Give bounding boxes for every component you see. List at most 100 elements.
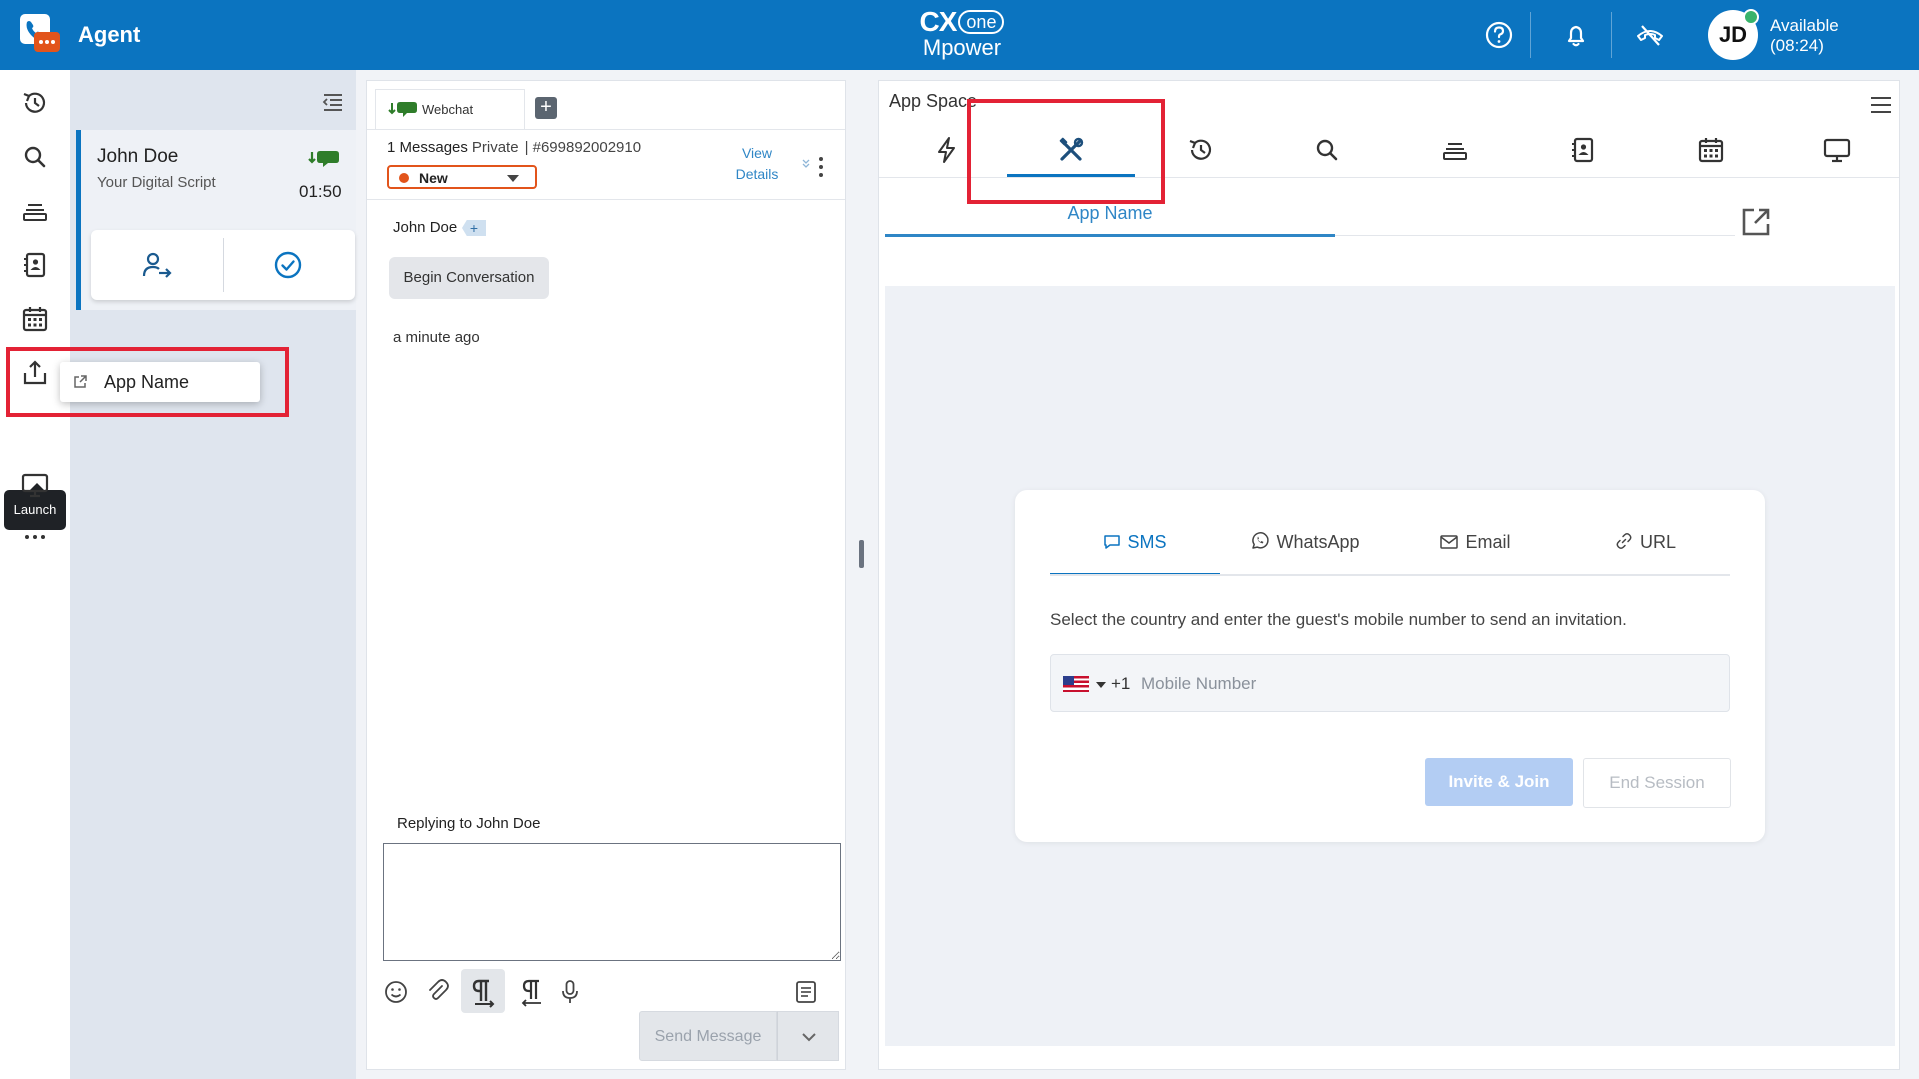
tab-calendar[interactable] (1647, 121, 1775, 179)
invite-description: Select the country and enter the guest's… (1050, 610, 1627, 629)
brand-cx: CX (919, 6, 958, 37)
divider (1050, 574, 1730, 576)
chat-channel-icon (307, 148, 341, 174)
visibility-label: Private (471, 139, 519, 156)
history-icon (1189, 139, 1212, 160)
app-title: Agent (78, 22, 141, 47)
hamburger-menu-icon[interactable] (1867, 91, 1895, 119)
tab-webchat[interactable]: Webchat (375, 89, 525, 129)
history-icon[interactable] (20, 88, 50, 118)
contact-timer: 01:50 (299, 182, 342, 201)
message-time: a minute ago (393, 329, 480, 346)
tab-screen[interactable] (1773, 121, 1901, 179)
tab-sms-label: SMS (1127, 532, 1167, 552)
brand-one: one (958, 10, 1005, 34)
chevron-down-icon (802, 1033, 816, 1042)
tab-webchat-label: Webchat (422, 102, 474, 117)
agent-status[interactable]: Available (08:24) (1770, 16, 1839, 56)
transfer-button[interactable] (91, 230, 223, 300)
tab-url[interactable]: URL (1560, 530, 1730, 576)
tools-icon (1059, 137, 1084, 161)
launch-icon[interactable] (20, 358, 50, 388)
tab-quick-actions[interactable] (883, 121, 1011, 179)
phone-field: +1 (1050, 654, 1730, 712)
directory-icon[interactable] (20, 250, 50, 280)
tab-directory[interactable] (1519, 121, 1647, 179)
queue-icon[interactable] (20, 196, 50, 226)
conversation-panel: Webchat + 1 Messages Private | #6998920029… (366, 80, 846, 1070)
directory-icon (1572, 137, 1594, 163)
reply-textarea[interactable] (383, 843, 841, 961)
launch-app-label: App Name (104, 372, 190, 392)
help-icon[interactable] (1482, 18, 1516, 52)
add-tab-button[interactable]: + (535, 97, 557, 119)
top-bar: Agent CX one Mpower JD Available (08:24) (0, 0, 1919, 70)
divider (1335, 235, 1735, 236)
caret-down-icon[interactable] (1096, 682, 1106, 688)
disconnected-phone-icon[interactable] (1633, 18, 1667, 52)
contact-script: Your Digital Script (97, 174, 216, 191)
status-dropdown[interactable]: New (387, 165, 537, 189)
calendar-icon[interactable] (20, 304, 50, 334)
divider (879, 177, 1899, 178)
send-options-button[interactable] (777, 1011, 839, 1061)
add-contact-tag[interactable]: + (462, 220, 486, 236)
message-count: 1 Messages (387, 139, 468, 156)
view-details-link[interactable]: View Details (732, 143, 782, 185)
webchat-icon (388, 102, 417, 117)
status-dot (399, 173, 409, 183)
tab-history[interactable] (1137, 121, 1265, 179)
tab-email[interactable]: Email (1390, 530, 1560, 576)
search-icon[interactable] (20, 142, 50, 172)
invite-card: SMS WhatsApp Email URL Select the countr… (1015, 490, 1765, 842)
microphone-icon[interactable] (555, 977, 585, 1007)
left-nav-rail: Launch (0, 70, 70, 1079)
tab-whatsapp[interactable]: WhatsApp (1220, 530, 1390, 576)
caret-down-icon (507, 175, 519, 182)
rich-text-ltr-icon[interactable] (461, 969, 505, 1013)
notifications-bell-icon[interactable] (1559, 18, 1593, 52)
more-icon[interactable] (20, 522, 50, 552)
divider (367, 199, 845, 200)
panel-resize-handle[interactable] (859, 540, 864, 568)
status-value: New (419, 170, 448, 186)
contact-name: John Doe (97, 146, 179, 167)
launch-app-menu-item[interactable]: App Name (60, 362, 260, 402)
header-divider (1530, 12, 1531, 58)
available-status-badge (1743, 9, 1759, 25)
collapse-panel-icon[interactable] (318, 86, 348, 116)
chat-icon (1104, 535, 1121, 549)
tab-sms[interactable]: SMS (1050, 530, 1220, 576)
message-sender: John Doe (393, 219, 458, 236)
divider (367, 129, 845, 130)
tab-search[interactable] (1263, 121, 1391, 179)
tab-app-name[interactable]: App Name (885, 189, 1335, 237)
screen-icon[interactable] (20, 470, 50, 500)
reply-label: Replying to John Doe (397, 815, 541, 832)
link-icon (1616, 533, 1632, 549)
header-divider (1611, 12, 1612, 58)
us-flag-icon[interactable] (1063, 676, 1089, 692)
agent-status-label: Available (1770, 16, 1839, 35)
mail-icon (1440, 535, 1459, 549)
pop-out-icon[interactable] (1739, 205, 1773, 239)
tab-whatsapp-label: WhatsApp (1276, 532, 1360, 552)
mobile-number-input[interactable] (1141, 665, 1711, 703)
tab-queue[interactable] (1391, 121, 1519, 179)
invite-join-button[interactable]: Invite & Join (1425, 758, 1573, 806)
conversation-options[interactable] (799, 153, 827, 183)
calendar-icon (1698, 138, 1724, 163)
send-message-button[interactable]: Send Message (639, 1011, 777, 1061)
emoji-icon[interactable] (381, 977, 411, 1007)
notes-icon[interactable] (793, 979, 819, 1005)
agent-logo-icon (18, 12, 62, 56)
message-summary: 1 Messages Private | #699892002910 (387, 139, 641, 156)
rich-text-rtl-icon[interactable] (517, 977, 547, 1007)
tab-tools[interactable] (1007, 121, 1135, 179)
brand-mpower: Mpower (922, 35, 1002, 60)
attachment-icon[interactable] (423, 977, 453, 1007)
complete-button[interactable] (223, 230, 355, 300)
end-session-button[interactable]: End Session (1583, 758, 1731, 808)
contact-card[interactable]: John Doe Your Digital Script 01:50 (76, 130, 356, 310)
contacts-panel: John Doe Your Digital Script 01:50 (70, 70, 356, 1079)
